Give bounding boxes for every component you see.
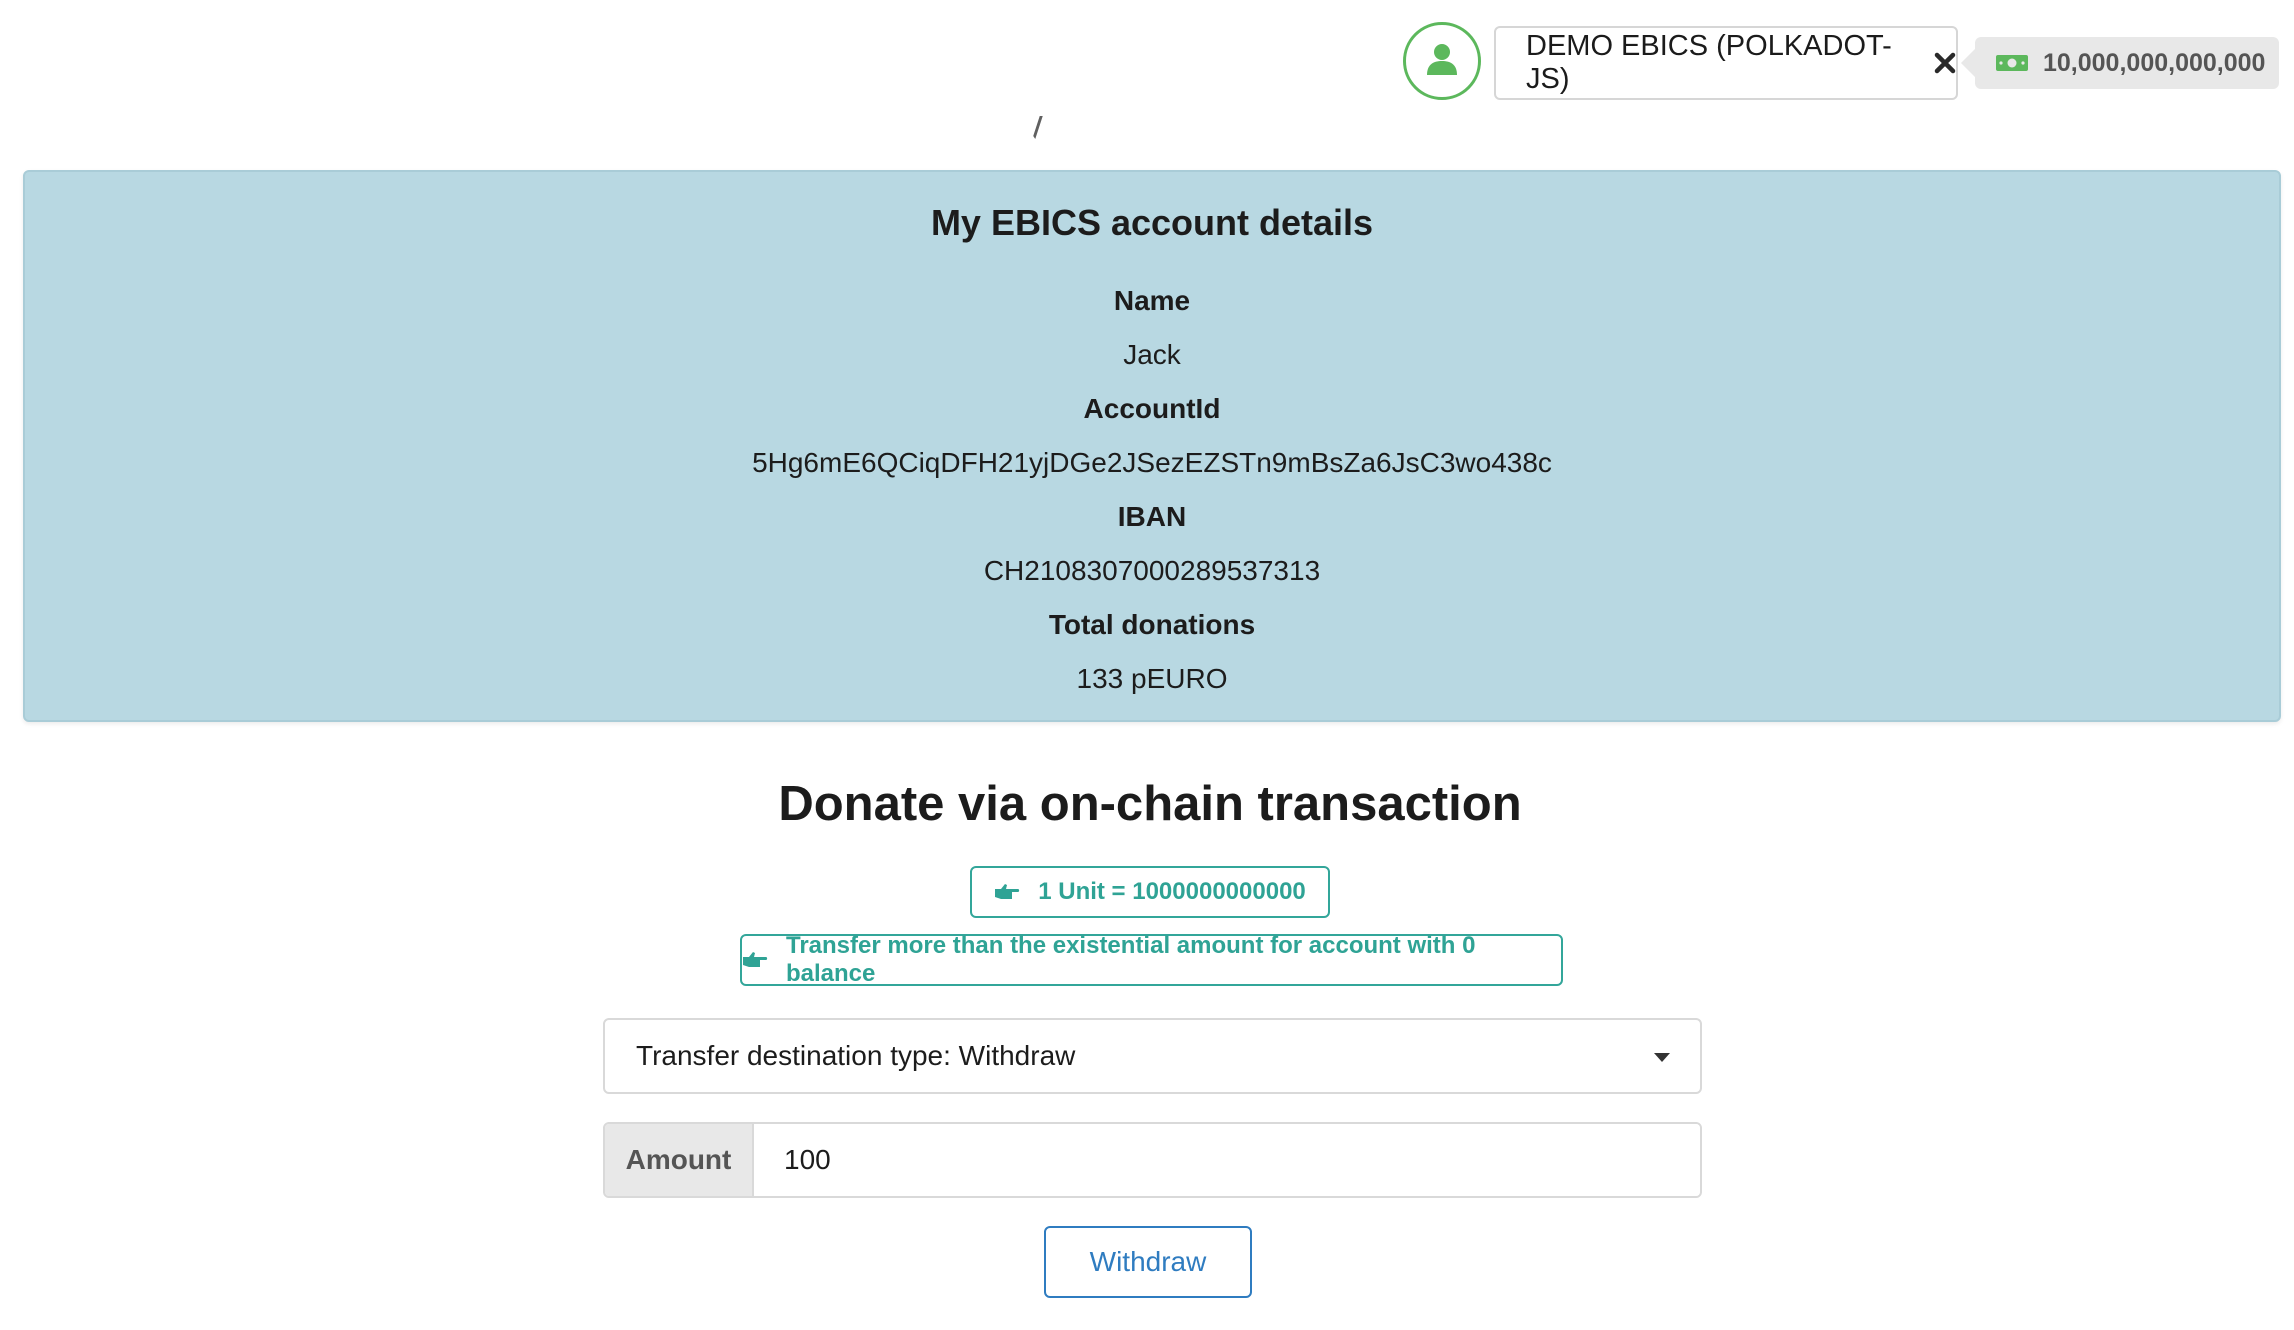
page: DEMO EBICS (POLKADOT-JS) 10,000,000,000,… bbox=[0, 0, 2294, 1330]
unit-info-text: 1 Unit = 1000000000000 bbox=[1038, 878, 1306, 905]
amount-input[interactable] bbox=[754, 1124, 1700, 1196]
field-value-name: Jack bbox=[1123, 339, 1181, 370]
amount-input-group: Amount bbox=[603, 1122, 1702, 1198]
field-value-iban: CH2108307000289537313 bbox=[983, 555, 1321, 586]
hand-point-right-icon bbox=[742, 951, 768, 969]
field-label-account-id: AccountId bbox=[1083, 393, 1221, 424]
account-name: DEMO EBICS (POLKADOT-JS) bbox=[1526, 30, 1892, 95]
donate-title: Donate via on-chain transaction bbox=[778, 777, 1522, 831]
existential-info-text: Transfer more than the existential amoun… bbox=[786, 932, 1476, 987]
hand-point-right-icon bbox=[994, 883, 1020, 901]
balance-badge: 10,000,000,000,000 bbox=[1961, 37, 2279, 89]
unit-info-tag: 1 Unit = 1000000000000 bbox=[970, 866, 1330, 918]
destination-type-selected: Transfer destination type: Withdraw bbox=[636, 1040, 1076, 1071]
field-label-name: Name bbox=[1113, 285, 1191, 316]
withdraw-button[interactable]: Withdraw bbox=[1044, 1226, 1252, 1298]
clipped-heading-fragment bbox=[1024, 116, 1043, 139]
details-list: Name Jack AccountId 5Hg6mE6QCiqDFH21yjDG… bbox=[25, 274, 2279, 706]
account-details-panel: My EBICS account details Name Jack Accou… bbox=[23, 170, 2281, 722]
caret-down-icon bbox=[1654, 1053, 1670, 1062]
destination-type-select[interactable]: Transfer destination type: Withdraw bbox=[603, 1018, 1702, 1094]
field-value-total-donations: 133 pEURO bbox=[1076, 663, 1228, 694]
money-bill-icon bbox=[1995, 53, 2029, 73]
user-icon bbox=[1425, 42, 1459, 81]
account-selector[interactable]: DEMO EBICS (POLKADOT-JS) bbox=[1494, 26, 1958, 100]
field-label-total-donations: Total donations bbox=[1048, 609, 1256, 640]
field-label-iban: IBAN bbox=[1117, 501, 1187, 532]
close-icon[interactable] bbox=[1934, 52, 1956, 74]
existential-info-tag: Transfer more than the existential amoun… bbox=[740, 932, 1563, 987]
balance-value: 10,000,000,000,000 bbox=[2043, 48, 2266, 77]
avatar-button[interactable] bbox=[1403, 22, 1481, 100]
field-value-account-id: 5Hg6mE6QCiqDFH21yjDGe2JSezEZSTn9mBsZa6Js… bbox=[752, 447, 1552, 478]
amount-label: Amount bbox=[605, 1124, 754, 1196]
details-title: My EBICS account details bbox=[930, 202, 1374, 243]
